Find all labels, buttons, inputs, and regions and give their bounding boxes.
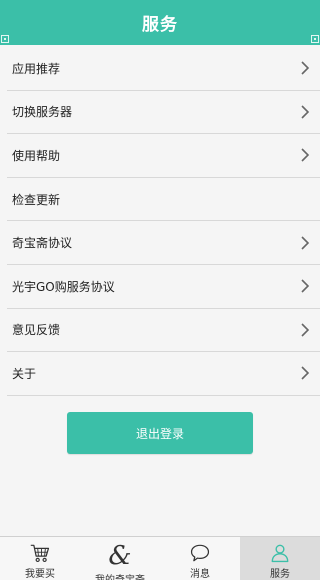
page-title: 服务 [142, 15, 178, 35]
corner-ornament-left [1, 35, 9, 43]
logout-button-label: 退出登录 [135, 426, 184, 441]
menu-item-label: 切换服务器 [12, 105, 73, 120]
menu-item-label: 应用推荐 [12, 61, 61, 76]
chevron-right-icon [301, 366, 310, 381]
menu-item-help[interactable]: 使用帮助 [7, 134, 320, 178]
menu-item-qibaozhai-agreement[interactable]: 奇宝斋协议 [7, 221, 320, 265]
tab-service[interactable]: 服务 [240, 537, 320, 580]
menu-item-about[interactable]: 关于 [7, 352, 320, 396]
tab-label: 服务 [270, 569, 290, 580]
header-bar: 服务 [0, 0, 320, 45]
tab-label: 我的奇宝斋 [95, 571, 145, 580]
chevron-right-icon [301, 279, 310, 293]
tab-messages[interactable]: 消息 [160, 537, 240, 580]
person-icon [271, 544, 289, 563]
tab-buy[interactable]: 我要买 [0, 537, 80, 580]
menu-item-feedback[interactable]: 意见反馈 [7, 309, 320, 353]
cart-icon [30, 544, 50, 563]
tab-label: 消息 [190, 569, 210, 580]
logout-button[interactable]: 退出登录 [67, 412, 253, 454]
menu-item-switch-server[interactable]: 切换服务器 [7, 91, 320, 135]
chevron-right-icon [301, 236, 310, 250]
menu-item-label: 光宇GO购服务协议 [12, 279, 115, 294]
menu-item-label: 检查更新 [12, 192, 61, 207]
chevron-right-icon [301, 323, 310, 337]
chevron-right-icon [301, 61, 310, 75]
tab-my-qibaozhai[interactable]: & 我的奇宝斋 [80, 537, 160, 580]
menu-item-label: 使用帮助 [12, 148, 61, 163]
chevron-right-icon [301, 148, 310, 163]
corner-ornament-right [311, 35, 319, 43]
menu-item-label: 意见反馈 [12, 323, 61, 338]
menu-item-app-recommend[interactable]: 应用推荐 [7, 47, 320, 91]
menu-item-label: 关于 [12, 366, 37, 381]
ampersand-icon: & [108, 541, 132, 571]
bottom-tab-bar: 我要买 & 我的奇宝斋 消息 服务 [0, 536, 320, 580]
menu-item-label: 奇宝斋协议 [12, 236, 73, 251]
menu-item-go-service-agreement[interactable]: 光宇GO购服务协议 [7, 265, 320, 309]
chat-bubble-icon [190, 544, 210, 562]
menu-item-check-update[interactable]: 检查更新 [7, 178, 320, 222]
tab-label: 我要买 [25, 569, 55, 580]
service-menu: 应用推荐 切换服务器 使用帮助 检查更新 奇宝斋协议 光宇GO购服务协议 意见反… [7, 47, 320, 396]
chevron-right-icon [301, 105, 310, 119]
